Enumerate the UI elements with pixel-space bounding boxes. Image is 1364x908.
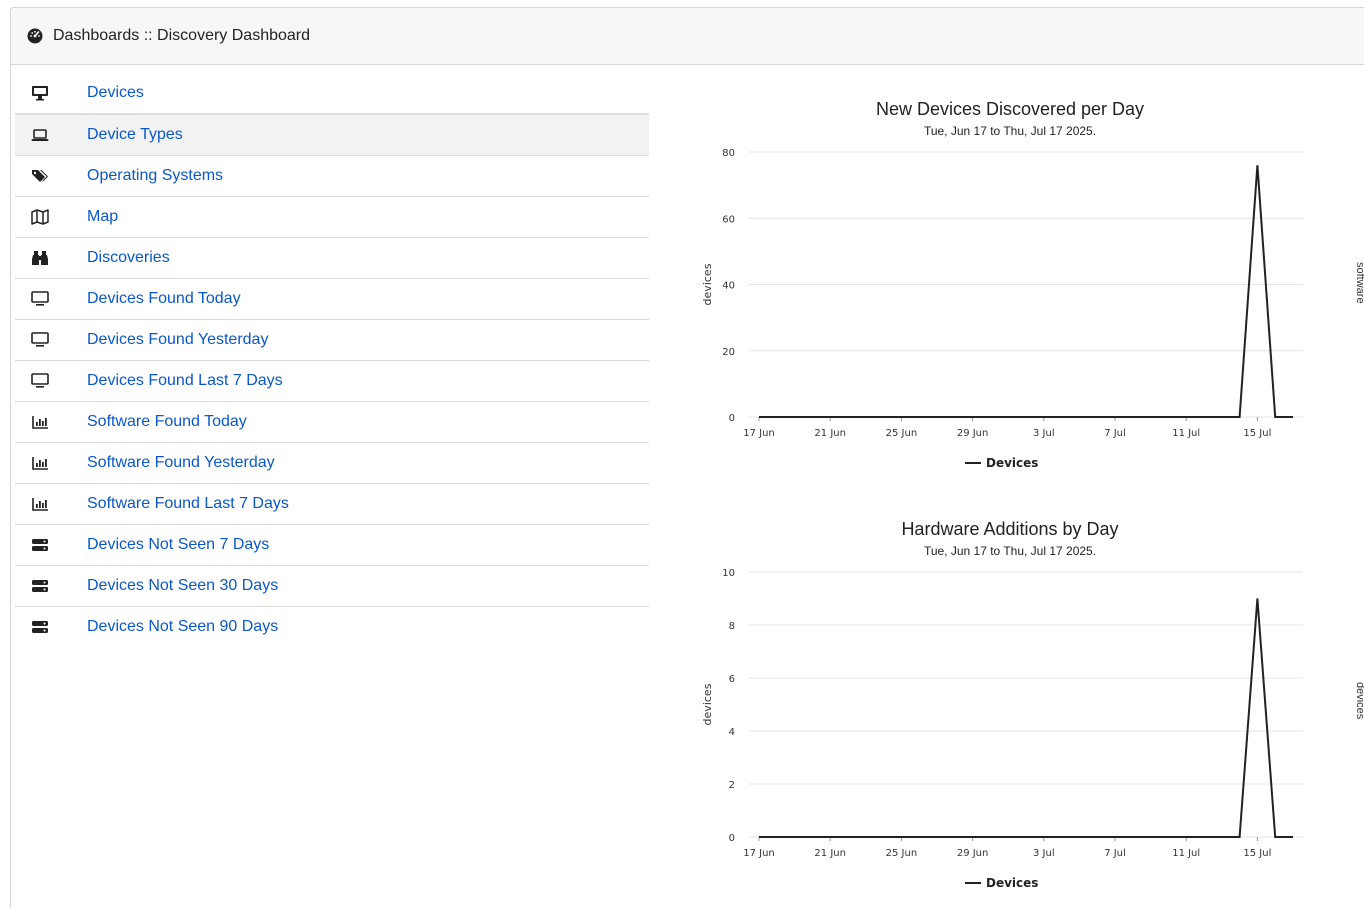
x-tick-label: 7 Jul <box>1104 848 1126 859</box>
x-tick-label: 25 Jun <box>886 428 918 439</box>
x-tick-label: 17 Jun <box>743 428 775 439</box>
server-icon <box>31 578 49 594</box>
menu-item-devices-found-yesterday[interactable]: Devices Found Yesterday <box>15 320 649 361</box>
y-tick-label: 80 <box>722 148 735 159</box>
bar-chart-icon <box>31 414 49 430</box>
monitor-icon <box>31 373 49 389</box>
legend-label: Devices <box>986 456 1038 470</box>
menu-item-link[interactable]: Devices Not Seen 30 Days <box>87 577 278 595</box>
y-tick-label: 20 <box>722 347 735 358</box>
menu-item-link[interactable]: Devices <box>87 84 144 102</box>
menu-item-devices-not-seen-30-days[interactable]: Devices Not Seen 30 Days <box>15 566 649 607</box>
x-tick-label: 11 Jul <box>1172 428 1200 439</box>
x-tick-label: 21 Jun <box>814 848 846 859</box>
x-tick-label: 3 Jul <box>1033 848 1055 859</box>
y-tick-label: 8 <box>729 621 735 632</box>
x-tick-label: 7 Jul <box>1104 428 1126 439</box>
edge-label-devices: devices <box>1354 682 1364 719</box>
menu-item-devices[interactable]: Devices <box>15 73 649 114</box>
y-tick-label: 60 <box>722 214 735 225</box>
menu-item-link[interactable]: Devices Not Seen 90 Days <box>87 618 278 636</box>
x-tick-label: 29 Jun <box>957 428 989 439</box>
menu-item-devices-found-today[interactable]: Devices Found Today <box>15 279 649 320</box>
menu-item-map[interactable]: Map <box>15 197 649 238</box>
y-tick-label: 0 <box>729 413 735 424</box>
page-title: Dashboards :: Discovery Dashboard <box>53 27 310 45</box>
menu-item-link[interactable]: Discoveries <box>87 249 170 267</box>
x-tick-label: 11 Jul <box>1172 848 1200 859</box>
laptop-icon <box>31 127 49 143</box>
x-tick-label: 15 Jul <box>1243 428 1271 439</box>
menu-item-devices-not-seen-90-days[interactable]: Devices Not Seen 90 Days <box>15 607 649 647</box>
y-tick-label: 40 <box>722 281 735 292</box>
x-tick-label: 15 Jul <box>1243 848 1271 859</box>
series-line-devices <box>759 165 1293 417</box>
server-icon <box>31 619 49 635</box>
edge-label-software: software <box>1354 262 1364 304</box>
series-line-devices <box>759 599 1293 838</box>
chart-title: New Devices Discovered per Day <box>876 99 1144 119</box>
y-tick-label: 4 <box>729 727 735 738</box>
menu-item-operating-systems[interactable]: Operating Systems <box>15 156 649 197</box>
menu-item-link[interactable]: Software Found Yesterday <box>87 454 275 472</box>
dashboard-menu: Devices Device Types Operating Systems Map D… <box>15 73 649 647</box>
x-tick-label: 25 Jun <box>886 848 918 859</box>
x-tick-label: 3 Jul <box>1033 428 1055 439</box>
bar-chart-icon <box>31 455 49 471</box>
chart-subtitle: Tue, Jun 17 to Thu, Jul 17 2025. <box>924 544 1096 558</box>
dashboard-gauge-icon <box>27 28 43 44</box>
menu-item-link[interactable]: Devices Found Last 7 Days <box>87 372 283 390</box>
monitor-icon <box>31 332 49 348</box>
y-tick-label: 2 <box>729 780 735 791</box>
y-axis-label: devices <box>701 263 714 305</box>
menu-item-link[interactable]: Operating Systems <box>87 167 223 185</box>
menu-item-link[interactable]: Devices Found Today <box>87 290 241 308</box>
chart-subtitle: Tue, Jun 17 to Thu, Jul 17 2025. <box>924 124 1096 138</box>
menu-item-link[interactable]: Map <box>87 208 118 226</box>
map-icon <box>31 209 49 225</box>
menu-item-discoveries[interactable]: Discoveries <box>15 238 649 279</box>
tags-icon <box>31 168 49 184</box>
menu-item-software-found-yesterday[interactable]: Software Found Yesterday <box>15 443 649 484</box>
chart-new-devices-svg: New Devices Discovered per Day Tue, Jun 1… <box>690 90 1330 480</box>
chart-new-devices: New Devices Discovered per Day Tue, Jun 1… <box>690 90 1330 480</box>
monitor-icon <box>31 291 49 307</box>
binoculars-icon <box>31 250 49 266</box>
y-axis-label: devices <box>701 683 714 725</box>
menu-item-link[interactable]: Device Types <box>87 126 183 144</box>
y-tick-label: 0 <box>729 833 735 844</box>
menu-item-link[interactable]: Devices Found Yesterday <box>87 331 268 349</box>
y-tick-label: 6 <box>729 674 735 685</box>
menu-item-link[interactable]: Software Found Last 7 Days <box>87 495 289 513</box>
menu-item-software-found-today[interactable]: Software Found Today <box>15 402 649 443</box>
server-icon <box>31 537 49 553</box>
chart-hardware-additions-svg: Hardware Additions by Day Tue, Jun 17 to … <box>690 510 1330 900</box>
legend-label: Devices <box>986 876 1038 890</box>
menu-item-device-types[interactable]: Device Types <box>15 114 649 156</box>
x-tick-label: 17 Jun <box>743 848 775 859</box>
chart-title: Hardware Additions by Day <box>901 519 1118 539</box>
y-tick-label: 10 <box>722 568 735 579</box>
bar-chart-icon <box>31 496 49 512</box>
x-tick-label: 21 Jun <box>814 428 846 439</box>
x-tick-label: 29 Jun <box>957 848 989 859</box>
chart-hardware-additions: Hardware Additions by Day Tue, Jun 17 to … <box>690 510 1330 900</box>
desktop-icon <box>31 85 49 101</box>
menu-item-devices-not-seen-7-days[interactable]: Devices Not Seen 7 Days <box>15 525 649 566</box>
menu-item-link[interactable]: Devices Not Seen 7 Days <box>87 536 269 554</box>
panel-header: Dashboards :: Discovery Dashboard <box>11 8 1364 65</box>
menu-item-software-found-last-7-days[interactable]: Software Found Last 7 Days <box>15 484 649 525</box>
menu-item-link[interactable]: Software Found Today <box>87 413 247 431</box>
menu-item-devices-found-last-7-days[interactable]: Devices Found Last 7 Days <box>15 361 649 402</box>
